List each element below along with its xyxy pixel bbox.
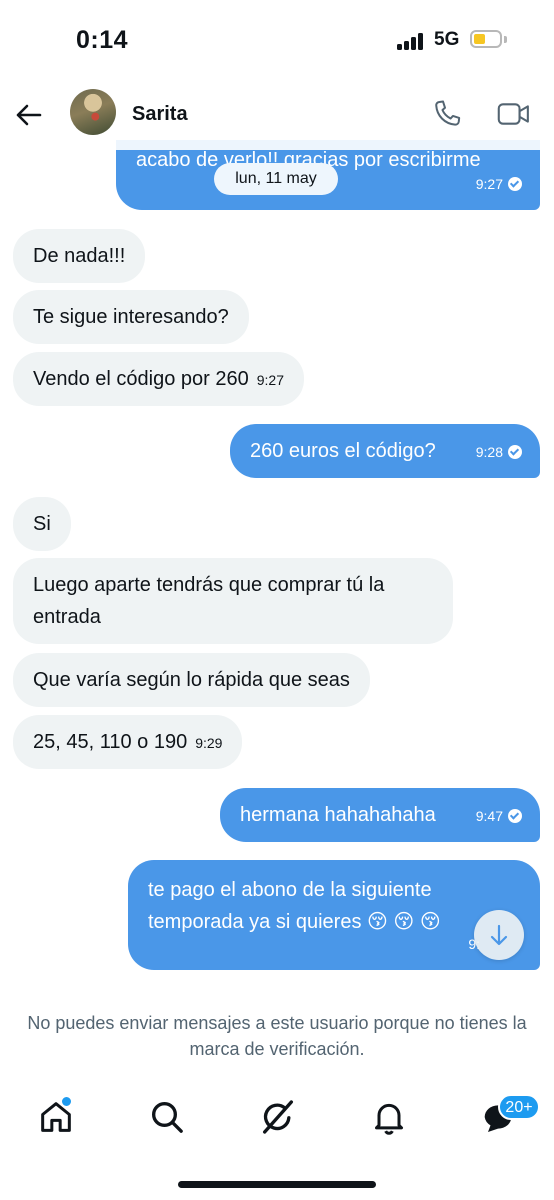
read-check-icon [508,445,522,459]
message-incoming[interactable]: De nada!!! [13,229,146,283]
search-icon [152,1102,183,1133]
tab-search[interactable] [147,1097,187,1137]
message-time: 9:29 [195,735,223,751]
voice-call-button[interactable] [430,97,464,131]
read-check-icon [508,809,522,823]
message-incoming[interactable]: Si [13,497,71,551]
messages-badge: 20+ [498,1094,540,1120]
phone-icon [435,100,461,126]
grok-icon [263,1100,293,1134]
date-separator: lun, 11 may [214,163,338,195]
message-incoming[interactable]: 25, 45, 110 o 190 9:29 [13,715,243,769]
video-call-button[interactable] [496,97,532,131]
conversation-header: Sarita [0,80,554,150]
messaging-restricted-notice: No puedes enviar mensajes a este usuario… [27,1013,527,1059]
contact-name[interactable]: Sarita [132,103,188,126]
arrow-down-icon [490,924,508,946]
tab-notifications[interactable] [369,1097,409,1137]
message-incoming[interactable]: Luego aparte tendrás que comprar tú la e… [13,558,453,644]
video-camera-icon [497,103,529,125]
bell-icon [375,1103,403,1135]
chat-thread[interactable]: acabo de verlo!! gracias por escribirme … [0,0,554,1000]
message-time: 9:47 [475,808,503,824]
unread-dot [60,1095,73,1108]
message-outgoing[interactable]: 260 euros el código? 9:28 [230,424,540,478]
read-check-icon [508,177,522,191]
scroll-to-bottom-button[interactable] [474,910,524,960]
message-time: 9:27 [475,176,503,192]
back-button[interactable] [12,98,46,132]
home-indicator [178,1181,376,1188]
message-incoming[interactable]: Que varía según lo rápida que seas [13,653,370,707]
message-incoming[interactable]: Te sigue interesando? [13,290,249,344]
contact-avatar[interactable] [70,89,116,135]
message-time: 9:28 [475,444,503,460]
message-outgoing[interactable]: hermana hahahahaha 9:47 [220,788,540,842]
message-time: 9:27 [256,372,284,388]
back-arrow-icon [16,104,42,126]
message-incoming[interactable]: Vendo el código por 260 9:27 [13,352,304,406]
tab-grok[interactable] [258,1097,298,1137]
